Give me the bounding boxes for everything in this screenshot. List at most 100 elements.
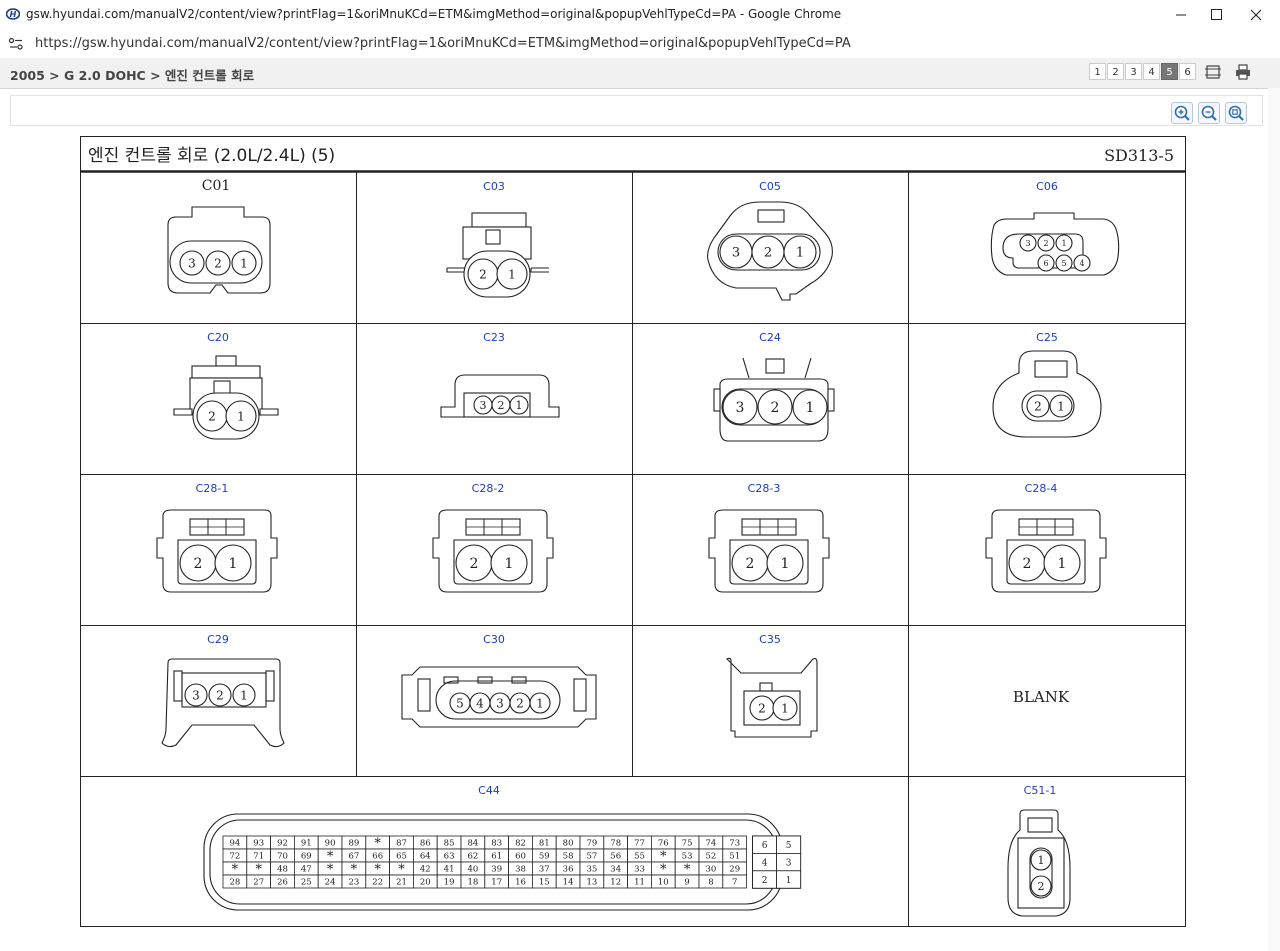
pin-number: 38 xyxy=(515,865,526,875)
pin-number: 79 xyxy=(586,839,597,849)
zoom-out-button[interactable] xyxy=(1198,102,1220,124)
pin-number: 42 xyxy=(420,865,431,875)
scrollbar[interactable] xyxy=(1268,88,1280,951)
pin-number: 1 xyxy=(536,696,544,710)
minimize-button[interactable] xyxy=(1162,0,1200,30)
pin-number: 2 xyxy=(214,256,222,270)
svg-text:H: H xyxy=(10,10,17,19)
pin-number: 76 xyxy=(658,839,669,849)
pin-number: 6 xyxy=(762,841,768,851)
pin-number: 36 xyxy=(563,865,574,875)
pin-number: 1 xyxy=(1057,399,1065,413)
connector-label: C23 xyxy=(483,331,505,344)
pin-number: 2 xyxy=(1034,399,1042,413)
connector-label: C29 xyxy=(207,633,229,646)
pin-number: 2 xyxy=(746,556,755,572)
pin-number: 2 xyxy=(758,701,766,715)
pin-number: 66 xyxy=(372,852,383,862)
zoom-toolbar xyxy=(10,95,1263,126)
manual-toolbar: 2005 > G 2.0 DOHC > 엔진 컨트롤 회로 xyxy=(0,58,1280,89)
blank-cell: BLANK xyxy=(1013,688,1070,706)
pin-number: 9 xyxy=(684,878,689,888)
pin-number: 12 xyxy=(610,878,621,888)
pin-number: 4 xyxy=(1079,259,1084,268)
pin-number: 27 xyxy=(253,878,264,888)
pin-number: 2 xyxy=(1043,239,1048,248)
pin-number: 34 xyxy=(610,865,621,875)
pin-number: 71 xyxy=(253,852,264,862)
fit-page-icon[interactable] xyxy=(1203,63,1223,81)
zoom-in-button[interactable] xyxy=(1171,102,1193,124)
pin-number: 57 xyxy=(586,852,597,862)
close-icon xyxy=(1250,9,1262,21)
page-button-1[interactable]: 1 xyxy=(1089,63,1106,80)
page-button-2[interactable]: 2 xyxy=(1107,63,1124,80)
pin-number: 40 xyxy=(467,865,478,875)
pin-number: 23 xyxy=(348,878,359,888)
maximize-icon xyxy=(1211,9,1222,20)
pin-number: 5 xyxy=(1061,259,1066,268)
pin-number: 29 xyxy=(729,865,740,875)
page-button-5[interactable]: 5 xyxy=(1161,63,1178,80)
pin-number: 11 xyxy=(634,878,645,888)
pin-number: 19 xyxy=(444,878,455,888)
pin-number: 41 xyxy=(444,865,455,875)
pin-number: 3 xyxy=(1025,239,1030,248)
print-icon[interactable] xyxy=(1233,63,1253,81)
pin-number: 3 xyxy=(188,256,196,270)
connector-label: C28-3 xyxy=(748,482,781,495)
address-bar[interactable]: https://gsw.hyundai.com/manualV2/content… xyxy=(0,30,1280,59)
pin-number: 3 xyxy=(786,858,792,868)
zoom-in-icon xyxy=(1174,105,1190,121)
window-title-bar: H gsw.hyundai.com/manualV2/content/view?… xyxy=(0,0,1280,31)
connector-label: C28-1 xyxy=(196,482,229,495)
connector-label: C28-4 xyxy=(1025,482,1058,495)
connector-label: C20 xyxy=(207,331,229,344)
pin-number: 69 xyxy=(301,852,312,862)
pin-number: 4 xyxy=(476,696,484,710)
pin-number: 15 xyxy=(539,878,550,888)
pin-number: 47 xyxy=(301,865,312,875)
pin-number: 64 xyxy=(420,852,431,862)
pin-number: 1 xyxy=(781,701,789,715)
connector-label: C28-2 xyxy=(472,482,505,495)
pin-number: 82 xyxy=(515,839,526,849)
pin-number: 80 xyxy=(563,839,574,849)
pin-number: 16 xyxy=(515,878,526,888)
pin-number: 5 xyxy=(456,696,464,710)
close-button[interactable] xyxy=(1237,0,1275,30)
pin-number: 89 xyxy=(348,839,359,849)
pin-number: 77 xyxy=(634,839,645,849)
pin-number: 2 xyxy=(498,399,505,412)
connector-label: C25 xyxy=(1036,331,1058,344)
site-info-icon[interactable] xyxy=(8,37,24,51)
hyundai-logo-icon: H xyxy=(6,8,20,20)
page-button-3[interactable]: 3 xyxy=(1125,63,1142,80)
window-title: gsw.hyundai.com/manualV2/content/view?pr… xyxy=(26,7,842,21)
connector-label: C03 xyxy=(483,180,505,193)
pin-number: 81 xyxy=(539,839,550,849)
page-button-4[interactable]: 4 xyxy=(1143,63,1160,80)
url-text[interactable]: https://gsw.hyundai.com/manualV2/content… xyxy=(35,36,851,51)
connector-label: C30 xyxy=(483,633,505,646)
pin-number: 21 xyxy=(396,878,407,888)
pin-number: 58 xyxy=(563,852,574,862)
pin-number: 59 xyxy=(539,852,550,862)
pin-number: 1 xyxy=(1058,556,1067,572)
pin-number: 60 xyxy=(515,852,526,862)
pin-number: 1 xyxy=(516,399,523,412)
maximize-button[interactable] xyxy=(1197,0,1235,30)
page-button-6[interactable]: 6 xyxy=(1179,63,1196,80)
pin-number: 1 xyxy=(1061,239,1066,248)
pin-number: 6 xyxy=(1043,259,1048,268)
pin-number: 37 xyxy=(539,865,550,875)
pin-number: 2 xyxy=(470,556,479,572)
pin-number: 30 xyxy=(705,865,716,875)
pin-number: 1 xyxy=(240,256,248,270)
pin-number: 75 xyxy=(682,839,693,849)
zoom-reset-button[interactable] xyxy=(1225,102,1247,124)
pin-number: 2 xyxy=(1038,880,1045,893)
pin-number: 84 xyxy=(467,839,478,849)
pin-number: 72 xyxy=(229,852,240,862)
connector-label: C05 xyxy=(759,180,781,193)
